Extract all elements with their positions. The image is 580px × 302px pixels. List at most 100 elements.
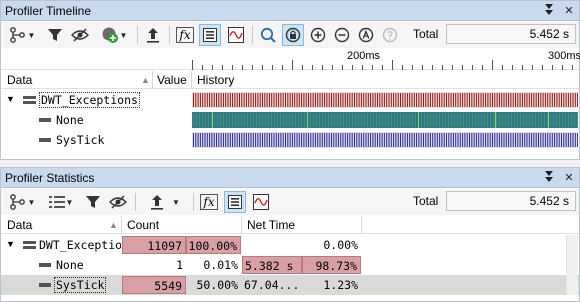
hide-button[interactable] [69, 24, 91, 46]
sort-icon: ▲ [141, 75, 150, 85]
column-divider[interactable] [191, 71, 192, 89]
add-dropdown[interactable]: ▼ [97, 24, 131, 46]
stats-row-label: SysTick [54, 277, 107, 293]
stats-row-label: DWT_Exceptio [39, 238, 121, 252]
chevron-down-icon: ▼ [119, 30, 128, 40]
list-view-toggle[interactable] [199, 24, 221, 46]
zoom-fit-icon [260, 27, 276, 43]
export-dropdown[interactable]: ▼ [143, 191, 187, 213]
group-node-icon [23, 241, 36, 249]
count-percent-cell: 50.00% [196, 278, 238, 292]
column-divider[interactable] [152, 71, 153, 89]
timeline-row-label: DWT_Exceptions [39, 92, 140, 108]
tree-view-dropdown[interactable]: ▼ [5, 24, 39, 46]
history-track-none [192, 112, 578, 128]
wave-view-toggle[interactable] [250, 191, 272, 213]
timeline-row-none[interactable]: None [1, 110, 579, 130]
expand-toggle-icon[interactable]: ▼ [6, 94, 15, 104]
column-header-data[interactable]: Data [7, 218, 32, 232]
zoom-fit-button[interactable] [258, 24, 278, 46]
profiler-statistics-panel: Profiler Statistics ✕ ▼ ▼ ▼ fx Total 5.4… [0, 167, 580, 302]
zoom-disabled-button[interactable] [380, 24, 400, 46]
toolbar-separator [169, 26, 170, 44]
group-node-icon [23, 96, 36, 104]
column-header-data[interactable]: Data [7, 73, 32, 87]
net-time-cell: 5.382 s [242, 256, 302, 274]
stats-row-systick[interactable]: SysTick 5549 50.00% 67.04... 1.23% [1, 275, 579, 295]
fx-icon: fx [176, 27, 194, 43]
timeline-row-systick[interactable]: SysTick [1, 130, 579, 150]
column-header-value[interactable]: Value [157, 73, 187, 87]
stats-title: Profiler Statistics [5, 171, 95, 185]
toolbar-separator [135, 193, 136, 211]
pin-icon[interactable] [541, 3, 557, 19]
column-header-count[interactable]: Count [127, 218, 159, 232]
expand-toggle-icon[interactable]: ▼ [6, 239, 15, 249]
leaf-node-icon [39, 136, 51, 144]
net-time-percent-cell: 0.00% [323, 238, 358, 252]
wave-icon [253, 194, 269, 210]
add-icon [102, 27, 118, 43]
zoom-in-icon [310, 27, 326, 43]
total-value: 5.452 s [446, 191, 576, 211]
filter-icon [48, 29, 62, 41]
pin-icon[interactable] [541, 170, 557, 186]
hide-button[interactable] [107, 191, 129, 213]
close-icon[interactable]: ✕ [561, 3, 577, 19]
chevron-down-icon: ▼ [172, 197, 180, 207]
stats-row-label: None [56, 258, 84, 272]
toolbar-separator [252, 26, 253, 44]
count-cell: 5549 [122, 276, 186, 294]
net-time-percent-cell: 1.23% [323, 278, 358, 292]
net-time-percent-cell: 98.73% [302, 256, 361, 274]
timeline-title: Profiler Timeline [5, 4, 92, 18]
tree-icon [9, 194, 25, 210]
close-icon[interactable]: ✕ [561, 170, 577, 186]
zoom-selection-button[interactable] [282, 24, 304, 46]
chevron-down-icon: ▼ [27, 197, 36, 207]
export-icon [147, 28, 159, 43]
timeline-row-label: None [56, 113, 84, 127]
count-percent-cell: 100.00% [186, 236, 241, 254]
timeline-row-dwt-exceptions[interactable]: ▼ DWT_Exceptions [1, 90, 579, 110]
column-header-net-time[interactable]: Net Time [247, 218, 295, 232]
filter-button[interactable] [45, 24, 65, 46]
fx-button[interactable]: fx [199, 191, 219, 213]
ruler-ticks [192, 60, 573, 70]
column-divider[interactable] [121, 216, 122, 234]
net-time-cell [242, 236, 302, 254]
leaf-node-icon [39, 281, 51, 289]
vertical-scrollbar[interactable] [566, 235, 578, 295]
fx-button[interactable]: fx [175, 24, 195, 46]
chevron-down-icon: ▼ [65, 197, 74, 207]
time-ruler[interactable]: 200ms 300ms [1, 48, 580, 70]
export-button[interactable] [143, 24, 163, 46]
hide-icon [109, 195, 127, 209]
timeline-toolbar: ▼ ▼ fx Total 5.452 s [1, 22, 579, 48]
zoom-in-button[interactable] [308, 24, 328, 46]
leaf-node-icon [39, 261, 51, 269]
columns-icon [48, 196, 65, 208]
chevron-down-icon: ▼ [27, 30, 36, 40]
count-percent-cell: 0.01% [203, 258, 238, 272]
column-divider[interactable] [361, 216, 362, 234]
list-view-toggle[interactable] [224, 191, 246, 213]
stats-row-none[interactable]: None 1 0.01% 5.382 s 98.73% [1, 255, 579, 275]
filter-button[interactable] [83, 191, 103, 213]
column-header-history[interactable]: History [197, 73, 234, 87]
export-icon [151, 195, 164, 210]
history-track-systick [192, 132, 578, 148]
stats-toolbar: ▼ ▼ ▼ fx Total 5.452 s [1, 189, 579, 215]
stats-row-dwt-exceptions[interactable]: ▼ DWT_Exceptio 11097 100.00% 0.00% [1, 235, 579, 255]
leaf-node-icon [39, 116, 51, 124]
wave-view-toggle[interactable] [225, 24, 247, 46]
columns-dropdown[interactable]: ▼ [45, 191, 77, 213]
tree-view-dropdown[interactable]: ▼ [5, 191, 39, 213]
zoom-out-button[interactable] [332, 24, 352, 46]
timeline-titlebar: Profiler Timeline ✕ [1, 1, 579, 21]
zoom-auto-button[interactable] [356, 24, 376, 46]
zoom-disabled-icon [382, 27, 398, 43]
zoom-selection-icon [285, 27, 301, 43]
net-time-cell: 67.04... [244, 278, 300, 292]
column-divider[interactable] [241, 216, 242, 234]
